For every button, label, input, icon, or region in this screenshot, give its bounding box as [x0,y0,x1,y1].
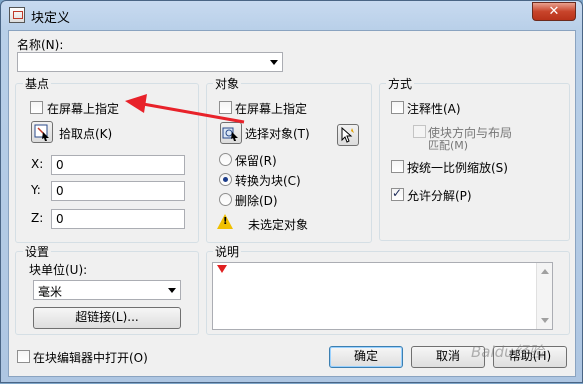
dialog-window: 块定义 ✕ 名称(N): 基点 在屏幕上指定 拾取点(K) X: 0 Y: 0 … [0,0,583,383]
annotation-arrow-icon [125,94,245,124]
